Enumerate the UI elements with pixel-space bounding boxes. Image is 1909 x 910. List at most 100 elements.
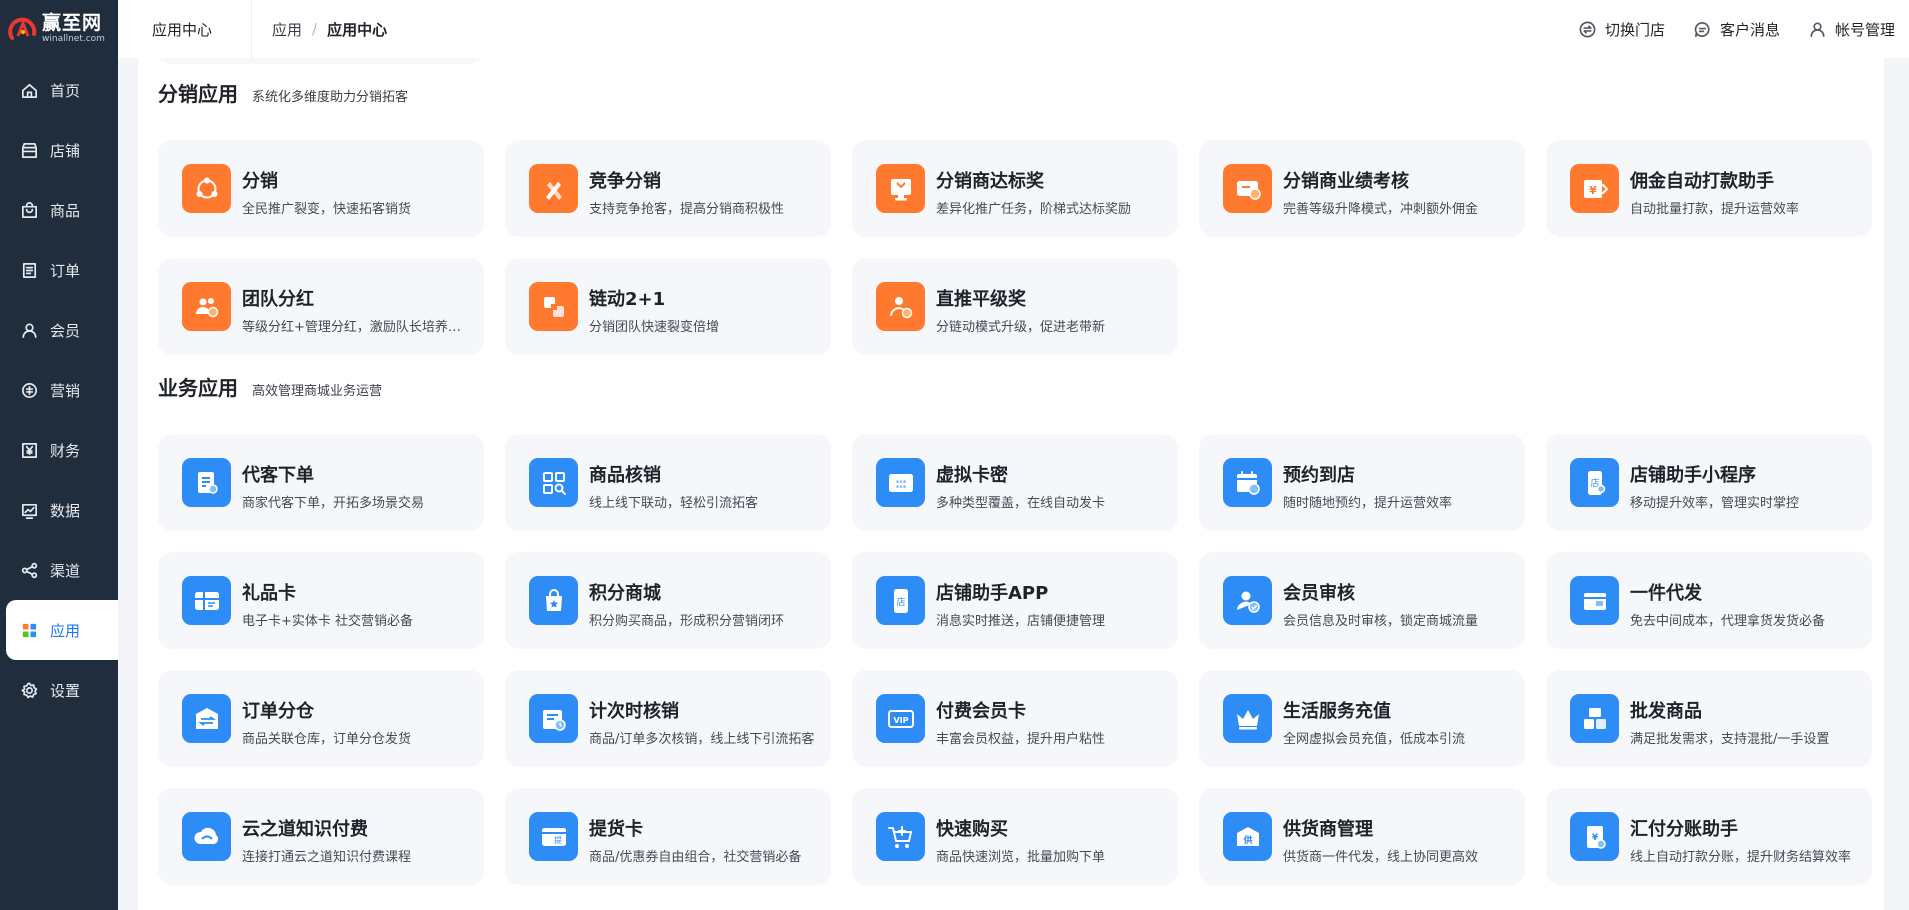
app-icon-badge xyxy=(182,812,231,861)
app-card[interactable]: 生活服务充值全网虚拟会员充值，低成本引流 xyxy=(1199,670,1525,767)
app-card[interactable]: 会员审核 会员信息及时审核，锁定商城流量 xyxy=(1199,552,1525,649)
app-icon-badge: 提 xyxy=(529,812,578,861)
app-description: 会员信息及时审核，锁定商城流量 xyxy=(1283,614,1479,629)
sidebar-item-finance[interactable]: 财务 xyxy=(0,420,118,480)
app-description: 电子卡+实体卡 社交营销必备 xyxy=(242,614,414,629)
sidebar-item-marketing[interactable]: 营销 xyxy=(0,360,118,420)
sidebar-item-store[interactable]: 店铺 xyxy=(0,120,118,180)
referral-icon xyxy=(889,296,912,318)
header-actions: 切换门店 客户消息 帐号管理 xyxy=(1578,19,1909,40)
logo-name: 赢至网 xyxy=(42,12,103,34)
sidebar-item-user[interactable]: 会员 xyxy=(0,300,118,360)
app-card[interactable]: 分销商业绩考核完善等级升降模式，冲刺额外佣金 xyxy=(1199,140,1525,237)
points-mall-icon xyxy=(545,588,562,611)
app-title: 竞争分销 xyxy=(589,171,661,192)
app-description: 免去中间成本，代理拿货发货必备 xyxy=(1630,614,1826,629)
home-icon xyxy=(21,83,38,98)
app-card[interactable]: 计次时核销 商品/订单多次核销，线上线下引流拓客 xyxy=(505,670,831,767)
app-description: 线上自动打款分账，提升财务结算效率 xyxy=(1630,850,1852,865)
app-title: 分销商业绩考核 xyxy=(1283,171,1409,192)
breadcrumb-current: 应用中心 xyxy=(327,20,388,39)
store-app-icon: 店 xyxy=(893,588,908,613)
app-card[interactable]: 提 提货卡 商品/优惠券自由组合，社交营销必备 xyxy=(505,788,831,885)
app-icon-badge xyxy=(876,164,925,213)
app-icon-badge: *** *** xyxy=(876,458,925,507)
sidebar-item-label: 首页 xyxy=(50,81,81,100)
app-title: 佣金自动打款助手 xyxy=(1630,171,1774,192)
app-icon-badge xyxy=(1570,694,1619,743)
app-icon-badge xyxy=(529,694,578,743)
app-card[interactable]: 竞争分销 支持竞争抢客，提高分销商积极性 xyxy=(505,140,831,237)
app-card[interactable]: 店 店铺助手APP 消息实时推送，店铺便捷管理 xyxy=(852,552,1178,649)
vip-card-icon: VIP xyxy=(887,709,914,728)
header-action-label: 切换门店 xyxy=(1604,20,1665,39)
app-card[interactable]: 直推平级奖 分链动模式升级，促进老带新 xyxy=(852,258,1178,355)
app-icon-badge xyxy=(529,164,578,213)
app-card[interactable]: 礼品卡 电子卡+实体卡 社交营销必备 xyxy=(158,552,484,649)
app-card[interactable]: 链动2+1 分销团队快速裂变倍增 xyxy=(505,258,831,355)
app-card[interactable]: 店 店铺助手小程序 移动提升效率，管理实时掌控 xyxy=(1546,434,1872,531)
app-card[interactable]: 商品核销 线上线下联动，轻松引流拓客 xyxy=(505,434,831,531)
chart-icon xyxy=(21,503,38,519)
app-card[interactable]: ¥ 汇付分账助手 线上自动打款分账，提升财务结算效率 xyxy=(1546,788,1872,885)
app-icon-badge xyxy=(1570,576,1619,625)
app-title: 积分商城 xyxy=(589,583,661,604)
switch-store-button[interactable]: 切换门店 xyxy=(1578,19,1665,40)
team-bonus-icon xyxy=(195,297,218,317)
app-card[interactable]: 预约到店 随时随地预约，提升运营效率 xyxy=(1199,434,1525,531)
app-card[interactable]: 云之道知识付费 连接打通云之道知识付费课程 xyxy=(158,788,484,885)
app-card[interactable]: 快速购买 商品快速浏览，批量加购下单 xyxy=(852,788,1178,885)
svg-text:¥: ¥ xyxy=(1589,184,1597,197)
app-card[interactable]: 代客下单 商家代客下单，开拓多场景交易 xyxy=(158,434,484,531)
app-card[interactable]: 批发商品 满足批发需求，支持混批/一手设置 xyxy=(1546,670,1872,767)
app-icon-badge: 店 xyxy=(876,576,925,625)
sidebar-item-chart[interactable]: 数据 xyxy=(0,480,118,540)
app-card[interactable]: 分销 全民推广裂变，快速拓客销货 xyxy=(158,140,484,237)
sidebar-item-apps[interactable]: 应用 xyxy=(6,600,118,660)
app-icon-badge xyxy=(1223,694,1272,743)
app-card[interactable]: 团队分红 等级分红+管理分红，激励队长培养团队 xyxy=(158,258,484,355)
app-title: 代客下单 xyxy=(242,465,314,486)
app-card[interactable]: VIP 付费会员卡 丰富会员权益，提升用户粘性 xyxy=(852,670,1178,767)
app-icon-badge: 店 xyxy=(1570,458,1619,507)
finance-icon xyxy=(21,442,38,458)
app-title: 虚拟卡密 xyxy=(936,465,1008,486)
app-card[interactable]: 分销商达标奖 差异化推广任务，阶梯式达标奖励 xyxy=(852,140,1178,237)
app-card[interactable]: 一件代发 免去中间成本，代理拿货发货必备 xyxy=(1546,552,1872,649)
sidebar-item-home[interactable]: 首页 xyxy=(0,60,118,120)
distribution-icon xyxy=(196,177,217,198)
cart-icon xyxy=(887,825,912,848)
logo-mark-icon xyxy=(8,17,37,40)
app-card[interactable]: 供 供货商管理 供货商一件代发，线上协同更高效 xyxy=(1199,788,1525,885)
sidebar-item-channel[interactable]: 渠道 xyxy=(0,540,118,600)
app-description: 完善等级升降模式，冲刺额外佣金 xyxy=(1283,202,1479,217)
logo[interactable]: 赢至网 winallnet.com xyxy=(0,0,118,58)
sidebar-nav: 首页店铺 商品 订单 会员 营销 财务 数据 渠道 应用 设置 xyxy=(0,60,118,720)
sidebar-item-bag[interactable]: 商品 xyxy=(0,180,118,240)
gear-icon xyxy=(21,682,38,698)
account-button[interactable]: 帐号管理 xyxy=(1808,19,1895,40)
app-title: 生活服务充值 xyxy=(1283,701,1391,722)
app-title: 分销 xyxy=(242,171,278,192)
app-description: 自动批量打款，提升运营效率 xyxy=(1630,202,1800,217)
app-description: 多种类型覆盖，在线自动发卡 xyxy=(936,496,1106,511)
app-description: 线上线下联动，轻松引流拓客 xyxy=(589,496,759,511)
valet-order-icon xyxy=(197,471,218,494)
breadcrumb-item-apps[interactable]: 应用 xyxy=(272,19,302,40)
app-card[interactable]: 积分商城积分购买商品，形成积分营销闭环 xyxy=(505,552,831,649)
sidebar-item-gear[interactable]: 设置 xyxy=(0,660,118,720)
app-icon-badge xyxy=(529,282,578,331)
app-card[interactable]: 订单分仓 商品关联仓库，订单分仓发货 xyxy=(158,670,484,767)
app-title: 团队分红 xyxy=(242,289,314,310)
app-card[interactable]: *** *** 虚拟卡密多种类型覆盖，在线自动发卡 xyxy=(852,434,1178,531)
app-icon-badge xyxy=(1223,164,1272,213)
member-review-icon xyxy=(1236,591,1260,613)
app-description: 积分购买商品，形成积分营销闭环 xyxy=(589,614,785,629)
knowledge-cloud-icon xyxy=(193,827,218,844)
sidebar-item-order[interactable]: 订单 xyxy=(0,240,118,300)
app-card[interactable]: ¥ 佣金自动打款助手自动批量打款，提升运营效率 xyxy=(1546,140,1872,237)
message-button[interactable]: 客户消息 xyxy=(1693,19,1780,40)
competition-icon xyxy=(545,181,562,200)
section-header: 分销应用 系统化多维度助力分销拓客 xyxy=(158,78,408,107)
app-description: 全网虚拟会员充值，低成本引流 xyxy=(1283,732,1466,747)
